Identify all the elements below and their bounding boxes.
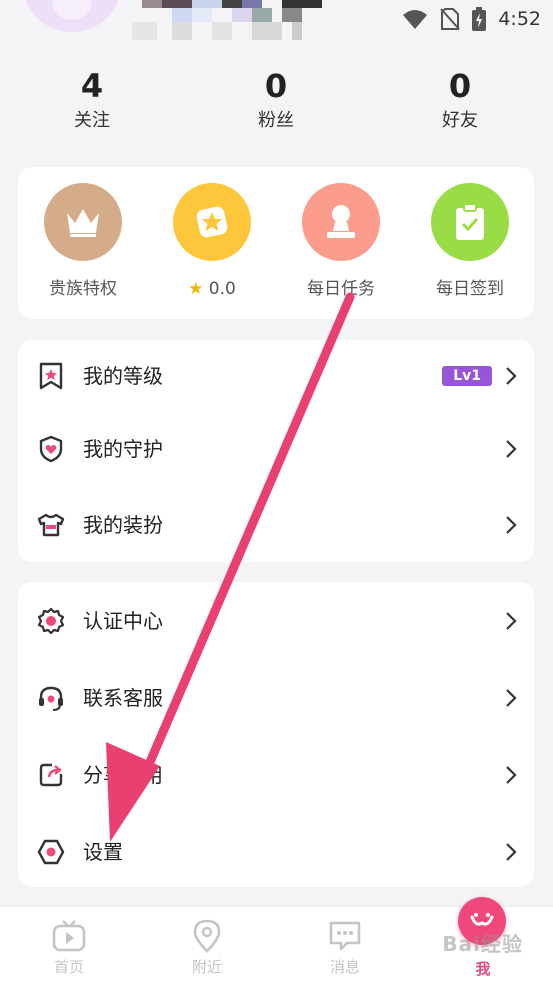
certified-seal-icon	[36, 606, 66, 636]
quick-action-rating[interactable]: ★ 0.0	[157, 183, 267, 300]
menu-item-label: 认证中心	[83, 609, 163, 633]
tab-messages[interactable]: 消息	[295, 907, 395, 983]
profile-stats: 4 关注 0 粉丝 0 好友	[0, 66, 553, 146]
status-icons: 4:52	[402, 6, 541, 32]
stat-following[interactable]: 4 关注	[32, 66, 152, 136]
tv-play-icon	[52, 920, 86, 952]
watermark: Bai经验	[442, 932, 523, 956]
menu-item-contact-support[interactable]: 联系客服	[18, 668, 534, 728]
menu-item-my-level[interactable]: 我的等级 Lv1	[18, 346, 534, 406]
settings-hexagon-icon	[36, 837, 66, 867]
quick-actions-card: 贵族特权 ★ 0.0 每日任务 每日签到	[18, 167, 534, 319]
avatar[interactable]	[22, 0, 122, 32]
tab-label: 首页	[53, 958, 84, 976]
chevron-right-icon	[506, 516, 517, 534]
quick-action-daily-checkin[interactable]: 每日签到	[415, 183, 525, 300]
chevron-right-icon	[506, 766, 517, 784]
rating-value: 0.0	[208, 279, 236, 299]
chevron-right-icon	[506, 367, 517, 385]
headset-icon	[36, 683, 66, 713]
service-menu-card: 认证中心 联系客服 分享应用 设置	[18, 582, 534, 887]
chat-bubble-icon	[329, 921, 361, 951]
menu-item-label: 我的守护	[83, 437, 163, 461]
share-icon	[36, 760, 66, 790]
stat-friends[interactable]: 0 好友	[400, 66, 520, 136]
quick-action-label: 贵族特权	[49, 279, 117, 299]
quick-action-label: 每日签到	[436, 279, 504, 299]
menu-item-label: 分享应用	[83, 763, 163, 787]
menu-item-label: 我的装扮	[83, 513, 163, 537]
menu-item-certification-center[interactable]: 认证中心	[18, 591, 534, 651]
quick-action-label: 每日任务	[307, 279, 375, 299]
person-stamp-icon	[302, 183, 380, 261]
wifi-icon	[403, 10, 428, 29]
clipboard-check-icon	[431, 183, 509, 261]
menu-item-share-app[interactable]: 分享应用	[18, 745, 534, 805]
chevron-right-icon	[506, 612, 517, 630]
star-badge-icon	[173, 183, 251, 261]
level-badge: Lv1	[442, 366, 492, 386]
stat-fans[interactable]: 0 粉丝	[216, 66, 336, 136]
tab-label: 我	[475, 960, 491, 978]
status-time: 4:52	[498, 8, 541, 30]
location-pin-icon	[193, 919, 221, 953]
username-blurred	[132, 0, 332, 42]
star-icon: ★	[188, 279, 204, 299]
menu-item-my-outfit[interactable]: 我的装扮	[18, 495, 534, 555]
stat-label: 粉丝	[258, 110, 294, 131]
stat-value: 0	[264, 67, 288, 105]
stat-value: 4	[80, 67, 104, 105]
tab-nearby[interactable]: 附近	[157, 907, 257, 983]
status-bar: 4:52	[0, 0, 553, 40]
tab-label: 消息	[329, 958, 360, 976]
shield-heart-icon	[36, 434, 66, 464]
crown-icon	[44, 183, 122, 261]
quick-action-label: ★ 0.0	[157, 278, 267, 300]
chevron-right-icon	[506, 440, 517, 458]
tab-label: 附近	[191, 958, 222, 976]
menu-item-label: 我的等级	[83, 364, 163, 388]
menu-item-label: 联系客服	[83, 686, 163, 710]
chevron-right-icon	[506, 843, 517, 861]
menu-item-settings[interactable]: 设置	[18, 822, 534, 882]
tab-home[interactable]: 首页	[19, 907, 119, 983]
quick-action-noble-privilege[interactable]: 贵族特权	[28, 183, 138, 300]
menu-item-my-guardian[interactable]: 我的守护	[18, 419, 534, 479]
bookmark-star-icon	[36, 361, 66, 391]
menu-item-label: 设置	[83, 840, 123, 864]
stat-value: 0	[448, 67, 472, 105]
no-sim-icon	[440, 8, 461, 30]
chevron-right-icon	[506, 689, 517, 707]
quick-action-daily-task[interactable]: 每日任务	[286, 183, 396, 300]
stat-label: 关注	[74, 110, 110, 131]
shirt-icon	[36, 510, 66, 540]
stat-label: 好友	[442, 110, 478, 131]
battery-icon	[472, 7, 487, 31]
account-menu-card: 我的等级 Lv1 我的守护 我的装扮	[18, 340, 534, 562]
